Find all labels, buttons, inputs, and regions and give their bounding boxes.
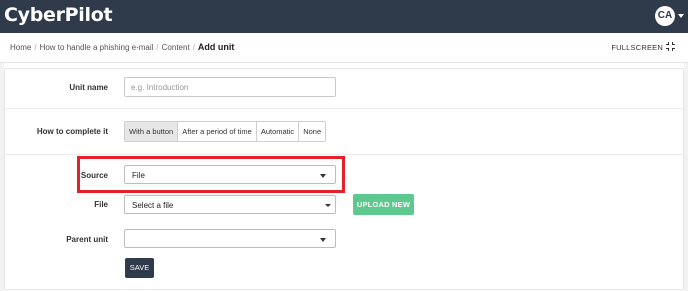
completion-button-group: With a button After a period of time Aut… — [124, 121, 327, 142]
unit-name-label: Unit name — [69, 83, 108, 92]
completion-option-none[interactable]: None — [299, 122, 326, 141]
breadcrumb-home[interactable]: Home — [10, 43, 31, 52]
breadcrumb-course[interactable]: How to handle a phishing e-mail — [40, 43, 154, 52]
breadcrumb-content[interactable]: Content — [162, 43, 190, 52]
user-avatar[interactable]: CA — [655, 6, 675, 26]
file-label: File — [94, 200, 108, 209]
fullscreen-button[interactable]: FULLSCREEN — [611, 42, 675, 52]
upload-new-button[interactable]: UPLOAD NEW — [353, 194, 414, 215]
completion-label: How to complete it — [36, 127, 108, 136]
file-selected-value: Select a file — [132, 201, 174, 210]
app-logo[interactable]: CyberPilot — [4, 4, 113, 26]
row-divider — [5, 154, 683, 155]
unit-name-input[interactable]: e.g. Introduction — [124, 77, 336, 97]
unit-name-placeholder: e.g. Introduction — [131, 83, 189, 92]
breadcrumb-separator: / — [192, 43, 195, 52]
expand-icon — [666, 42, 675, 51]
completion-option-automatic[interactable]: Automatic — [256, 122, 300, 141]
breadcrumb: Home / How to handle a phishing e-mail / Con… — [10, 42, 234, 52]
file-select[interactable]: Select a file — [124, 195, 336, 214]
completion-option-with-button[interactable]: With a button — [125, 122, 179, 141]
fullscreen-label: FULLSCREEN — [611, 43, 663, 52]
row-divider — [5, 108, 683, 109]
page-background — [684, 63, 688, 291]
parent-unit-label: Parent unit — [66, 235, 108, 244]
breadcrumb-bar: Home / How to handle a phishing e-mail / Con… — [0, 33, 688, 63]
user-menu-caret-icon[interactable] — [678, 14, 684, 18]
breadcrumb-separator: / — [156, 43, 159, 52]
breadcrumb-current: Add unit — [197, 42, 235, 52]
chevron-down-icon — [325, 204, 331, 207]
breadcrumb-separator: / — [34, 43, 37, 52]
top-navbar: CyberPilot CA — [0, 0, 688, 33]
save-button[interactable]: SAVE — [125, 258, 154, 278]
parent-unit-select[interactable] — [124, 229, 336, 248]
chevron-down-icon — [320, 238, 326, 242]
source-highlight-box — [77, 156, 345, 193]
completion-option-period-of-time[interactable]: After a period of time — [178, 122, 257, 141]
